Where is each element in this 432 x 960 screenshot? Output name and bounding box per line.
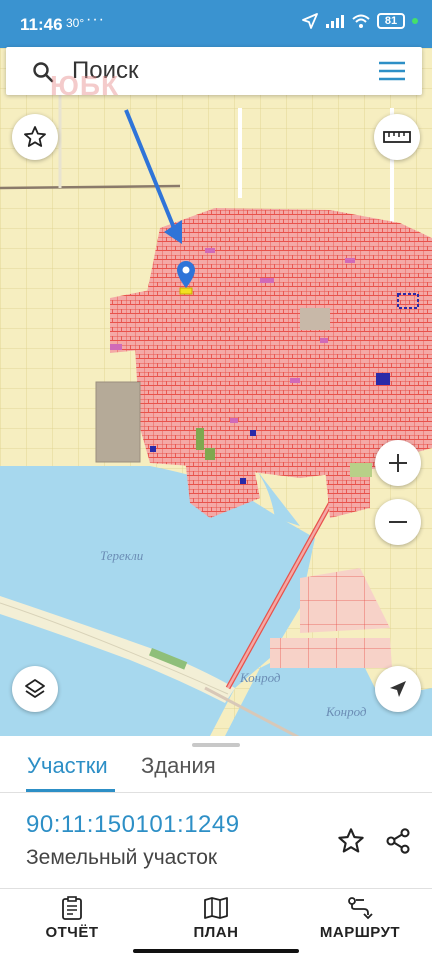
map-label-road-2: Конрод — [326, 704, 367, 719]
tabs-divider — [0, 792, 432, 793]
signal-icon — [326, 15, 344, 28]
map-canvas[interactable] — [0, 48, 432, 736]
cadastral-number[interactable]: 90:11:150101:1249 — [26, 811, 240, 839]
map-view[interactable]: Терекли Конрод Конрод — [0, 48, 432, 736]
layers-button[interactable] — [12, 666, 58, 712]
plan-label: ПЛАН — [193, 924, 239, 941]
parcel-type: Земельный участок — [26, 846, 218, 869]
minus-icon — [389, 521, 407, 523]
zoom-out-button[interactable] — [375, 499, 421, 545]
plus-icon — [389, 454, 407, 472]
battery-icon: 81 — [377, 13, 405, 29]
ruler-button[interactable] — [374, 114, 420, 160]
share-icon[interactable] — [384, 827, 412, 855]
favorites-button[interactable] — [12, 114, 58, 160]
map-icon — [204, 897, 228, 919]
wifi-icon — [352, 14, 370, 28]
report-button[interactable]: ОТЧЁТ — [12, 894, 132, 944]
status-time: 11:46 — [20, 15, 63, 34]
layers-icon — [25, 679, 45, 698]
tab-parcels[interactable]: Участки — [27, 753, 108, 779]
panel-divider — [0, 888, 432, 889]
hamburger-menu-icon[interactable] — [378, 61, 406, 81]
route-button[interactable]: МАРШРУТ — [300, 894, 420, 944]
route-label: МАРШРУТ — [319, 924, 401, 941]
map-label-town: Терекли — [100, 548, 144, 563]
map-label-road: Конрод — [240, 670, 281, 685]
star-outline-icon[interactable] — [337, 827, 365, 855]
ruler-icon — [383, 131, 411, 143]
zoom-in-button[interactable] — [375, 440, 421, 486]
my-location-button[interactable] — [375, 666, 421, 712]
tab-buildings[interactable]: Здания — [141, 753, 216, 779]
home-indicator[interactable] — [133, 949, 299, 953]
report-label: ОТЧЁТ — [45, 924, 99, 941]
navigation-arrow-icon — [390, 681, 406, 697]
status-bar: 11:46 30° ··· 81 — [0, 0, 432, 48]
status-temperature: 30° — [66, 16, 85, 30]
location-arrow-icon — [302, 13, 318, 29]
privacy-indicator-icon — [412, 18, 418, 24]
watermark: ЮБК — [50, 70, 120, 101]
route-icon — [348, 897, 373, 920]
bottom-sheet[interactable]: Участки Здания 90:11:150101:1249 Земельн… — [0, 736, 432, 960]
sheet-drag-handle[interactable] — [192, 743, 240, 747]
star-outline-icon — [24, 126, 46, 147]
clipboard-icon — [62, 896, 82, 920]
status-more-icon: ··· — [86, 11, 105, 28]
selected-parcel-pin[interactable] — [177, 261, 195, 295]
plan-button[interactable]: ПЛАН — [156, 894, 276, 944]
status-icons: 81 — [302, 13, 418, 29]
